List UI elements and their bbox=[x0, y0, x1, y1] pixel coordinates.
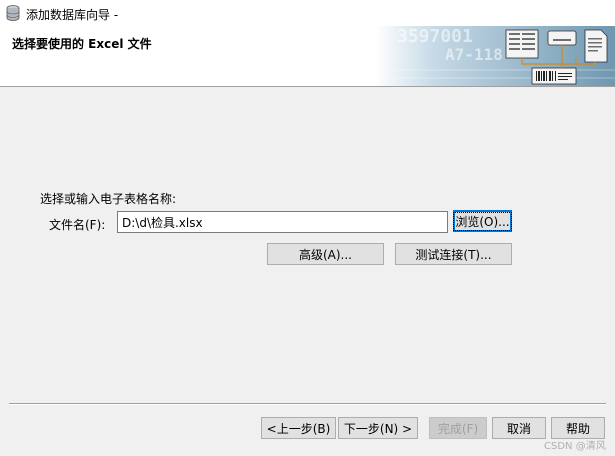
wizard-header: 选择要使用的 Excel 文件 3597001 A7-118 bbox=[0, 26, 615, 87]
title-bar: 添加数据库向导 - bbox=[0, 0, 615, 26]
browse-button[interactable]: 浏览(O)... bbox=[453, 210, 512, 232]
advanced-button[interactable]: 高级(A)... bbox=[267, 243, 384, 265]
database-icon bbox=[6, 5, 20, 21]
finish-button[interactable]: 完成(F) bbox=[429, 417, 487, 439]
cancel-button[interactable]: 取消 bbox=[492, 417, 546, 439]
database-banner-illustration: 3597001 A7-118 bbox=[375, 26, 615, 86]
footer-separator bbox=[9, 403, 606, 405]
page-heading: 选择要使用的 Excel 文件 bbox=[12, 37, 152, 51]
svg-text:A7-118: A7-118 bbox=[445, 45, 503, 64]
add-database-wizard-window: 添加数据库向导 - 选择要使用的 Excel 文件 3597001 A7-118 bbox=[0, 0, 615, 456]
svg-text:3597001: 3597001 bbox=[397, 26, 473, 47]
watermark: CSDN @清风 bbox=[544, 441, 606, 452]
test-connection-button[interactable]: 测试连接(T)... bbox=[395, 243, 512, 265]
back-button[interactable]: <上一步(B) bbox=[261, 417, 336, 439]
help-button[interactable]: 帮助 bbox=[551, 417, 605, 439]
file-name-input[interactable] bbox=[117, 211, 448, 233]
next-button[interactable]: 下一步(N) > bbox=[338, 417, 418, 439]
spreadsheet-prompt-label: 选择或输入电子表格名称: bbox=[40, 192, 177, 206]
window-title: 添加数据库向导 - bbox=[26, 8, 119, 22]
file-name-label: 文件名(F): bbox=[49, 218, 106, 232]
